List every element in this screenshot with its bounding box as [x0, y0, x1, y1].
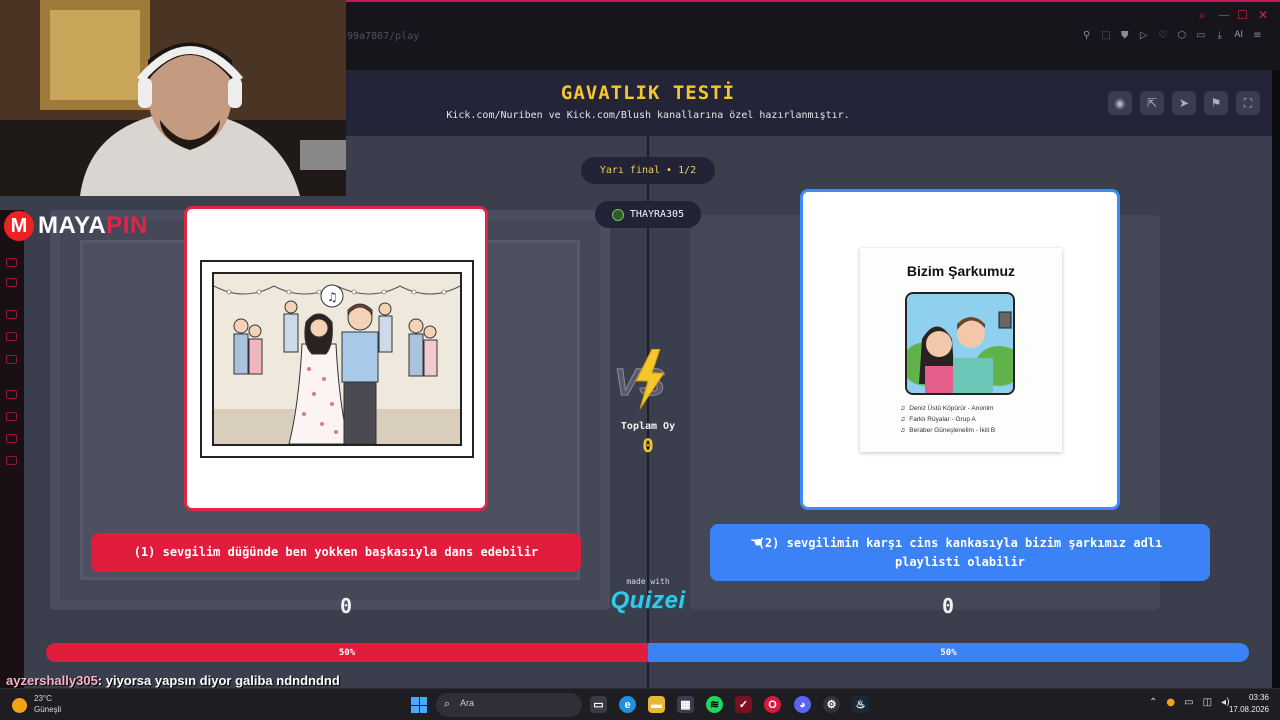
- streamer-webcam: [0, 0, 346, 196]
- search-icon[interactable]: ⌕: [1199, 8, 1206, 23]
- browser-toolbar-icons: ⚲ ⬚ ⛊ ▷ ♡ ⬡ ▭ ⤓ AI ≡: [1082, 30, 1262, 41]
- download-icon[interactable]: ⤓: [1215, 30, 1224, 41]
- mayapin-m-icon: M: [4, 211, 34, 241]
- social-icon: [6, 355, 17, 364]
- screenshot-icon[interactable]: ⬚: [1101, 30, 1110, 41]
- progress-bar-right: 50%: [648, 643, 1249, 662]
- fullscreen-icon[interactable]: ⛶: [1236, 91, 1260, 115]
- quizei-logo[interactable]: Quizei: [606, 587, 690, 615]
- heart-icon[interactable]: ♡: [1158, 30, 1167, 41]
- progress-bar-left: 50%: [46, 643, 648, 662]
- music-note-icon: ♫: [900, 416, 906, 423]
- taskbar-search[interactable]: ⌕ Ara: [436, 693, 582, 717]
- social-icon: [6, 310, 17, 319]
- play-icon[interactable]: ▷: [1139, 30, 1148, 41]
- stream-side-rail: [0, 210, 24, 688]
- music-note-icon: ♫: [900, 405, 906, 412]
- user-badge: THAYRA305: [595, 201, 701, 228]
- chat-text: : yiyorsa yapsın diyor galiba ndndndnd: [97, 673, 340, 688]
- total-votes-label: Toplam Oy: [620, 421, 676, 432]
- opera-icon[interactable]: O: [764, 696, 781, 713]
- selfie-photo: [905, 292, 1015, 395]
- ai-button[interactable]: AI: [1234, 30, 1243, 41]
- display-icon[interactable]: ▭: [1184, 697, 1193, 708]
- chat-message: ayzershally305: yiyorsa yapsın diyor gal…: [6, 673, 340, 688]
- close-icon[interactable]: ✕: [1258, 8, 1268, 22]
- microphone-icon[interactable]: ●: [1166, 697, 1175, 708]
- file-explorer-icon[interactable]: ▬: [648, 696, 665, 713]
- chevron-up-icon[interactable]: ⌃: [1149, 697, 1157, 708]
- social-icon: [6, 258, 17, 267]
- weather-sun-icon[interactable]: [12, 698, 27, 713]
- app-icon[interactable]: ⚙: [823, 696, 840, 713]
- steam-icon[interactable]: ♨: [852, 696, 869, 713]
- user-avatar: [611, 208, 624, 221]
- vote-option-2-button[interactable]: (2) sevgilimin karşı cins kankasıyla biz…: [710, 524, 1210, 581]
- clock-time[interactable]: 03:36: [1229, 693, 1269, 702]
- vs-lightning-icon: VS: [614, 349, 665, 409]
- search-placeholder: Ara: [460, 698, 475, 708]
- option-card-left[interactable]: ♫: [184, 206, 488, 511]
- minimize-icon[interactable]: —: [1218, 8, 1230, 22]
- network-icon[interactable]: ◫: [1203, 697, 1212, 708]
- windows-taskbar: 23°C Güneşli ⌕ Ara ▭ e ▬ ▦ ≋ ✓ O ◕ ⚙ ♨ ⌃…: [0, 688, 1280, 720]
- spotify-icon[interactable]: ≋: [706, 696, 723, 713]
- user-name: THAYRA305: [629, 209, 685, 220]
- round-badge: Yarı final • 1/2: [581, 157, 715, 184]
- chat-username: ayzershally305: [6, 673, 98, 688]
- eye-icon[interactable]: ◉: [1108, 91, 1132, 115]
- edge-icon[interactable]: e: [619, 696, 636, 713]
- share-icon[interactable]: ⇱: [1140, 91, 1164, 115]
- weather-desc[interactable]: Güneşli: [34, 705, 61, 714]
- address-bar-url[interactable]: 99a7867/play: [347, 31, 419, 42]
- music-note-icon: ♫: [900, 427, 906, 434]
- social-icon: [6, 332, 17, 341]
- wedding-dance-illustration: ♫: [200, 260, 474, 458]
- social-icon: [6, 390, 17, 399]
- store-icon[interactable]: ▦: [677, 696, 694, 713]
- system-tray: ⌃ ● ▭ ◫ ◂): [1149, 697, 1230, 708]
- send-icon[interactable]: ➤: [1172, 91, 1196, 115]
- discord-icon[interactable]: ◕: [794, 696, 811, 713]
- mouse-cursor-icon: ☚: [750, 535, 763, 551]
- svg-text:♫: ♫: [327, 290, 338, 304]
- header-actions: ◉ ⇱ ➤ ⚑ ⛶: [1108, 91, 1260, 115]
- score-left: 0: [339, 594, 353, 618]
- mayapin-logo: M MAYAPIN: [4, 211, 148, 241]
- score-right: 0: [941, 594, 955, 618]
- task-view-icon[interactable]: ▭: [590, 696, 607, 713]
- windows-start-icon[interactable]: [411, 697, 427, 713]
- search-icon: ⌕: [444, 697, 451, 710]
- social-icon: [6, 434, 17, 443]
- social-icon: [6, 278, 17, 287]
- wedding-scene-image: ♫: [214, 274, 460, 444]
- made-with-label: made with: [626, 577, 670, 586]
- menu-icon[interactable]: ≡: [1253, 30, 1262, 41]
- maximize-icon[interactable]: ☐: [1237, 8, 1248, 22]
- pin-icon[interactable]: ⚲: [1082, 30, 1091, 41]
- wallet-icon[interactable]: ▭: [1196, 30, 1205, 41]
- song-item: ♫ Deniz Üstü Köpürür - Anonim: [900, 405, 994, 412]
- extensions-icon[interactable]: ⬡: [1177, 30, 1186, 41]
- flag-icon[interactable]: ⚑: [1204, 91, 1228, 115]
- vote-option-1-button[interactable]: (1) sevgilim düğünde ben yokken başkasıy…: [91, 533, 581, 572]
- song-list: ♫ Deniz Üstü Köpürür - Anonim ♫ Farklı Rüy…: [900, 403, 995, 436]
- couple-selfie-image: [907, 294, 1013, 393]
- playlist-image: Bizim Şarkumuz ♫ Deniz Üstü Köpürür - An…: [860, 248, 1062, 452]
- weather-temp[interactable]: 23°C: [34, 694, 52, 703]
- total-votes-value: 0: [642, 435, 654, 457]
- song-item: ♫ Farklı Rüyalar - Grup A: [900, 416, 976, 423]
- clock-date[interactable]: 17.08.2026: [1225, 705, 1269, 714]
- app-icon[interactable]: ✓: [735, 696, 752, 713]
- social-icon: [6, 412, 17, 421]
- shield-icon[interactable]: ⛊: [1120, 30, 1129, 41]
- social-icon: [6, 456, 17, 465]
- playlist-title: Bizim Şarkumuz: [906, 263, 1016, 279]
- webcam-image: [0, 0, 346, 196]
- option-card-right[interactable]: Bizim Şarkumuz ♫ Deniz Üstü Köpürür - An…: [800, 189, 1120, 510]
- song-item: ♫ Beraber Güneşlenelim - İkili B: [900, 427, 996, 434]
